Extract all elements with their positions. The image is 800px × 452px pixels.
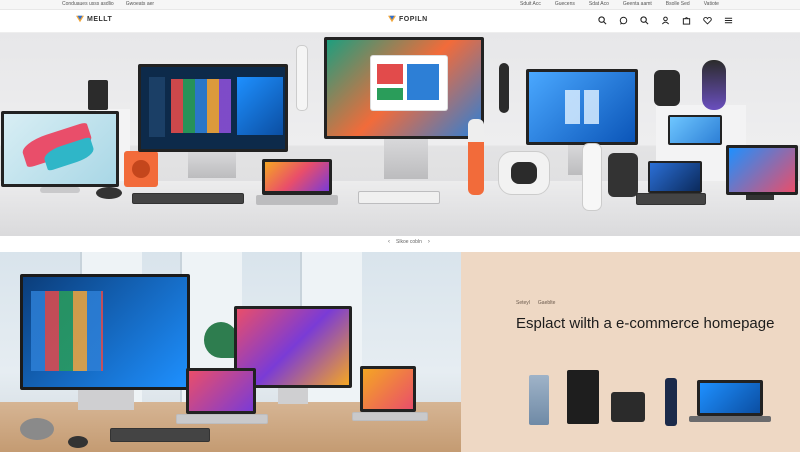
monitor-stand	[188, 152, 236, 178]
chat-icon[interactable]	[617, 14, 629, 26]
brand-name: FOPILN	[399, 15, 428, 23]
heart-icon[interactable]	[701, 14, 713, 26]
product-remote	[499, 63, 509, 113]
product-speaker	[654, 70, 680, 106]
menu-icon[interactable]	[722, 14, 734, 26]
product-mouse	[68, 436, 88, 448]
site-header: MELLT FOPILN	[0, 10, 800, 33]
carousel-prev-button[interactable]: ‹	[388, 239, 390, 245]
hero-banner[interactable]	[0, 33, 800, 236]
product-mouse	[96, 187, 122, 199]
carousel-label: Slkoe cobln	[396, 239, 422, 245]
product-monitor	[20, 274, 190, 390]
product-speaker	[88, 80, 108, 110]
product-mini-pc[interactable]	[611, 392, 645, 422]
product-laptop-base	[352, 412, 428, 421]
product-remote	[582, 143, 602, 211]
product-device	[468, 119, 484, 195]
product-laptop-base	[689, 416, 771, 422]
utility-link[interactable]: Sdat Aco	[589, 0, 609, 9]
product-laptop-base	[636, 193, 706, 205]
product-laptop-base	[176, 414, 268, 424]
monitor-stand	[278, 388, 308, 404]
logo-mark-icon	[388, 15, 396, 23]
utility-link[interactable]: Conduaues usss asdlio	[62, 0, 114, 9]
product-laptop	[262, 159, 332, 195]
monitor-stand	[78, 390, 134, 410]
product-router[interactable]	[529, 375, 549, 425]
product-speaker	[702, 60, 726, 110]
product-desktop-tower[interactable]	[567, 370, 599, 424]
hero-carousel-control: ‹ Slkoe cobln ›	[388, 239, 430, 245]
promo-tags: Seteyl Gaeblte	[516, 300, 555, 306]
product-keyboard	[110, 428, 210, 442]
search-icon[interactable]	[596, 14, 608, 26]
product-laptop[interactable]	[697, 380, 763, 416]
utility-links-right: Sduit Acc Guecens Sdat Aco Geenta aamt B…	[520, 0, 719, 9]
plant-decor	[204, 322, 238, 358]
utility-link[interactable]: Guecens	[555, 0, 575, 9]
brand-logo[interactable]: MELLT	[76, 15, 112, 23]
brand-logo-center[interactable]: FOPILN	[388, 15, 428, 23]
monitor-stand	[746, 195, 774, 200]
product-laptop	[668, 115, 722, 145]
promo-headline: Esplact wilth a e-commerce homepage	[516, 315, 775, 332]
product-speaker	[608, 153, 638, 197]
utility-link[interactable]: Bsolle Sed	[666, 0, 690, 9]
product-speaker	[124, 151, 158, 187]
utility-link[interactable]: Gwoeats aer	[126, 0, 154, 9]
lifestyle-image[interactable]	[0, 252, 461, 452]
product-monitor	[138, 64, 288, 152]
product-speaker[interactable]	[665, 378, 677, 426]
product-laptop	[186, 368, 256, 414]
carousel-next-button[interactable]: ›	[428, 239, 430, 245]
product-monitor	[1, 111, 119, 187]
product-speaker	[498, 151, 550, 195]
utility-link[interactable]: Geenta aamt	[623, 0, 652, 9]
product-laptop	[648, 161, 702, 193]
product-laptop	[360, 366, 416, 412]
promo-tag[interactable]: Gaeblte	[538, 300, 556, 306]
product-monitor	[526, 69, 638, 145]
brand-name: MELLT	[87, 15, 113, 23]
promo-tag[interactable]: Seteyl	[516, 300, 530, 306]
product-laptop-base	[256, 195, 338, 205]
product-monitor	[324, 37, 484, 139]
bag-icon[interactable]	[680, 14, 692, 26]
user-icon[interactable]	[659, 14, 671, 26]
utility-link[interactable]: Sduit Acc	[520, 0, 541, 9]
monitor-stand	[40, 187, 80, 193]
promo-panel: Seteyl Gaeblte Esplact wilth a e-commerc…	[461, 252, 800, 452]
product-keyboard	[358, 191, 440, 204]
search-icon[interactable]	[638, 14, 650, 26]
header-actions	[596, 14, 734, 26]
product-remote	[296, 45, 308, 111]
monitor-stand	[384, 139, 428, 179]
product-device	[20, 418, 54, 440]
utility-links-left: Conduaues usss asdlio Gwoeats aer	[62, 0, 154, 9]
product-keyboard	[132, 193, 244, 204]
logo-mark-icon	[76, 15, 84, 23]
utility-link[interactable]: Vatiote	[704, 0, 719, 9]
utility-bar: Conduaues usss asdlio Gwoeats aer Sduit …	[0, 0, 800, 10]
product-monitor	[726, 145, 798, 195]
